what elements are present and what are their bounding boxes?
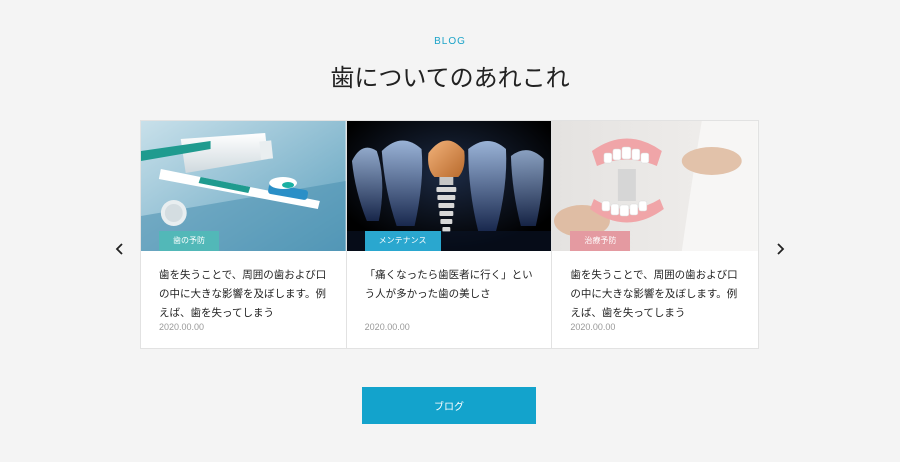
dental-implant-xray-photo: メンテナンス: [346, 121, 552, 251]
section-eyebrow: BLOG: [434, 36, 466, 47]
card-date: 2020.00.00: [159, 322, 205, 332]
chevron-right-icon: [777, 243, 785, 255]
section-title: 歯についてのあれこれ: [330, 64, 570, 92]
blog-card[interactable]: 治療予防 歯を失うことで、周囲の歯および口の中に大きな影響を及ぼします。例えば、…: [552, 121, 759, 348]
carousel-prev-button[interactable]: [111, 240, 129, 258]
category-tag[interactable]: 治療予防: [570, 231, 631, 251]
dental-model-photo: 治療予防: [552, 121, 759, 251]
card-date: 2020.00.00: [570, 322, 616, 332]
blog-card[interactable]: 歯の予防 歯を失うことで、周囲の歯および口の中に大きな影響を及ぼします。例えば、…: [141, 121, 347, 348]
category-tag[interactable]: メンテナンス: [364, 231, 441, 251]
card-excerpt[interactable]: 歯を失うことで、周囲の歯および口の中に大きな影響を及ぼします。例えば、歯を失って…: [159, 266, 335, 323]
category-tag[interactable]: 歯の予防: [159, 231, 219, 251]
blog-card[interactable]: メンテナンス 「痛くなったら歯医者に行く」という人が多かった歯の美しさ 2020…: [346, 121, 553, 348]
chevron-left-icon: [115, 243, 123, 255]
blog-card-list: 歯の予防 歯を失うことで、周囲の歯および口の中に大きな影響を及ぼします。例えば、…: [140, 120, 759, 349]
card-date: 2020.00.00: [364, 322, 410, 332]
card-excerpt[interactable]: 「痛くなったら歯医者に行く」という人が多かった歯の美しさ: [365, 266, 541, 304]
carousel-next-button[interactable]: [771, 240, 789, 258]
card-excerpt[interactable]: 歯を失うことで、周囲の歯および口の中に大きな影響を及ぼします。例えば、歯を失って…: [570, 266, 746, 323]
toothbrush-toothpaste-photo: 歯の予防: [141, 121, 346, 251]
blog-button[interactable]: ブログ: [362, 387, 536, 424]
